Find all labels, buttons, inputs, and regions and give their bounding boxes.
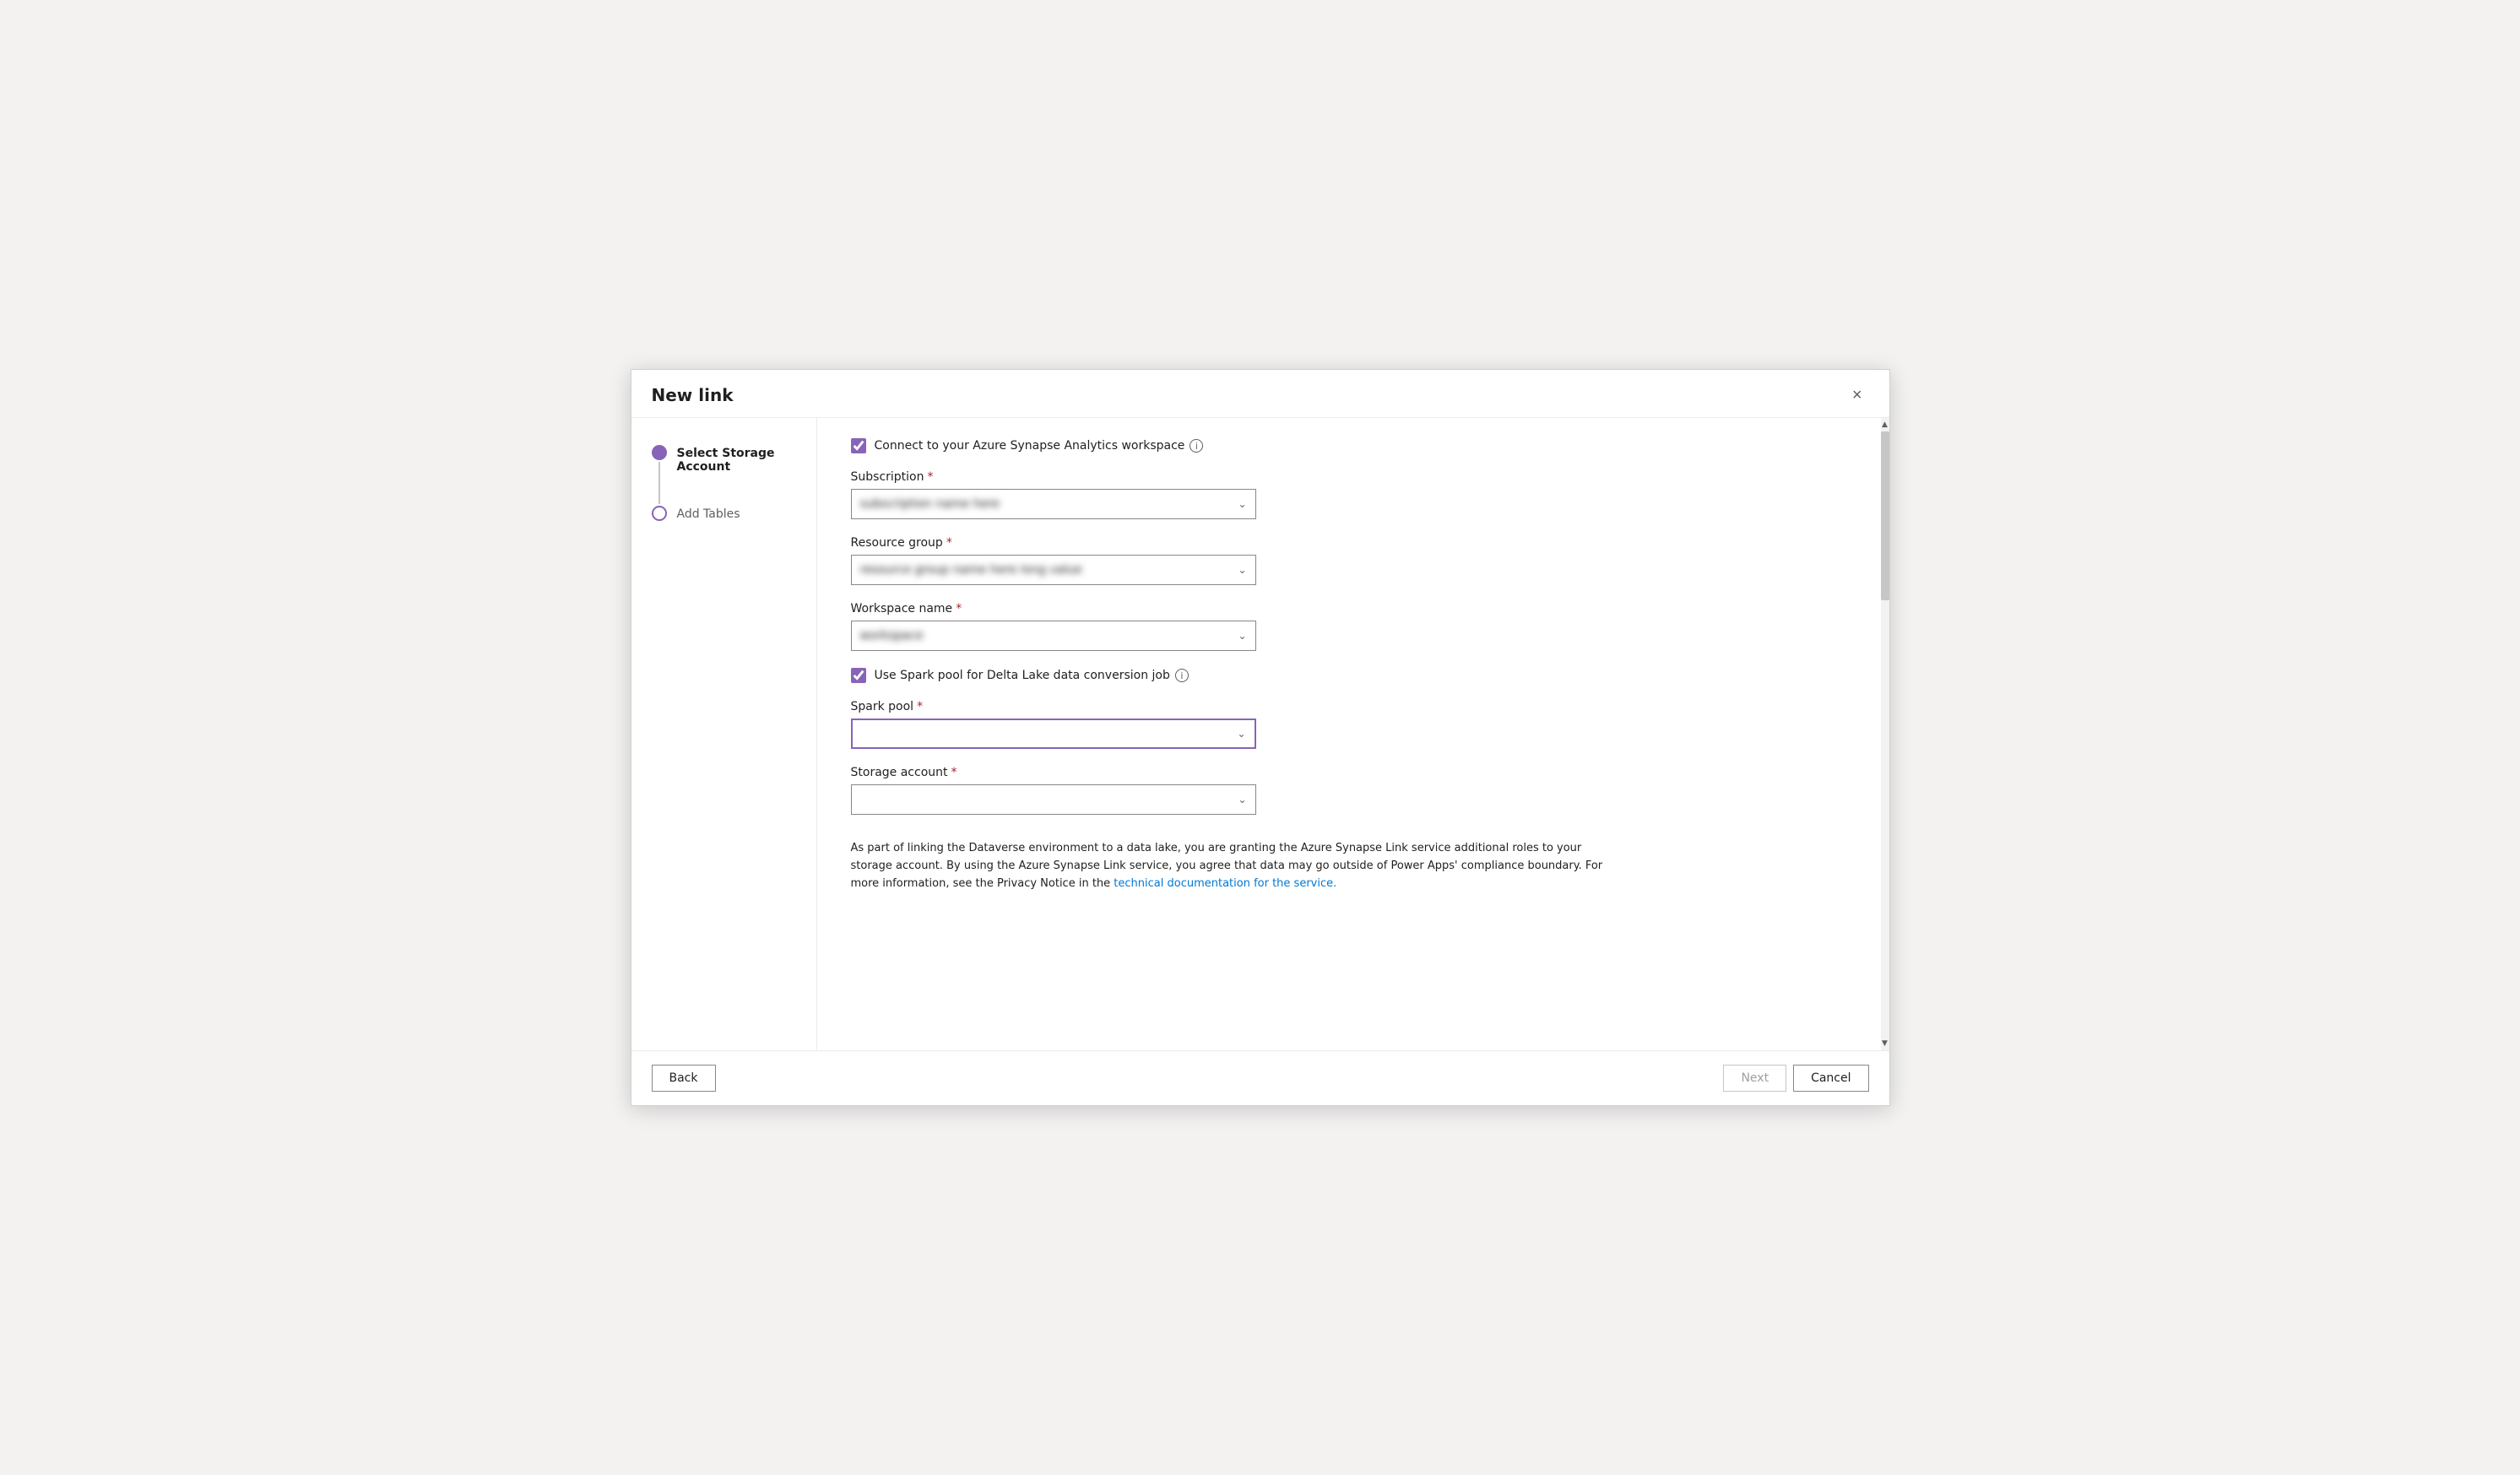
spark-pool-dropdown[interactable]: ⌄ xyxy=(851,719,1256,749)
workspace-name-field: Workspace name * workspace ⌄ xyxy=(851,602,1847,651)
spark-pool-required: * xyxy=(917,700,923,713)
synapse-checkbox[interactable] xyxy=(851,438,866,453)
sidebar: Select Storage Account Add Tables xyxy=(631,418,817,1050)
scroll-down-arrow[interactable]: ▼ xyxy=(1881,1037,1889,1050)
close-button[interactable]: × xyxy=(1845,383,1869,407)
step-1-circle xyxy=(652,445,667,460)
dialog-footer: Back Next Cancel xyxy=(631,1050,1889,1105)
step-1-label: Select Storage Account xyxy=(677,446,796,474)
subscription-required: * xyxy=(928,470,934,484)
storage-account-required: * xyxy=(951,766,957,779)
workspace-name-value: workspace xyxy=(860,629,1238,643)
dialog-body: Select Storage Account Add Tables Connec… xyxy=(631,418,1889,1050)
spark-pool-checkbox[interactable] xyxy=(851,668,866,683)
storage-account-dropdown[interactable]: ⌄ xyxy=(851,784,1256,815)
next-button[interactable]: Next xyxy=(1723,1065,1786,1092)
back-button[interactable]: Back xyxy=(652,1065,716,1092)
spark-pool-label: Spark pool * xyxy=(851,700,1847,713)
synapse-info-icon[interactable]: i xyxy=(1190,439,1203,453)
dialog-header: New link × xyxy=(631,370,1889,418)
spark-pool-checkbox-label: Use Spark pool for Delta Lake data conve… xyxy=(875,669,1189,682)
resource-group-dropdown[interactable]: resource group name here long value ⌄ xyxy=(851,555,1256,585)
step-2-circle xyxy=(652,506,667,521)
workspace-name-required: * xyxy=(956,602,962,615)
new-link-dialog: New link × Select Storage Account xyxy=(631,369,1890,1106)
step-2-label: Add Tables xyxy=(677,507,740,521)
footer-left: Back xyxy=(652,1065,716,1092)
subscription-field: Subscription * subscription name here ⌄ xyxy=(851,470,1847,519)
storage-account-field: Storage account * ⌄ xyxy=(851,766,1847,815)
footer-right: Next Cancel xyxy=(1723,1065,1868,1092)
notice-text: As part of linking the Dataverse environ… xyxy=(851,840,1611,892)
resource-group-label: Resource group * xyxy=(851,536,1847,550)
subscription-chevron-icon: ⌄ xyxy=(1238,498,1246,510)
resource-group-value: resource group name here long value xyxy=(860,563,1238,577)
step-connector-line xyxy=(658,462,660,504)
spark-pool-checkbox-row: Use Spark pool for Delta Lake data conve… xyxy=(851,668,1847,683)
scrollbar-thumb[interactable] xyxy=(1881,431,1889,600)
synapse-checkbox-label: Connect to your Azure Synapse Analytics … xyxy=(875,439,1204,453)
spark-pool-field: Spark pool * ⌄ xyxy=(851,700,1847,749)
workspace-name-chevron-icon: ⌄ xyxy=(1238,630,1246,642)
main-content: Connect to your Azure Synapse Analytics … xyxy=(817,418,1881,1050)
cancel-button[interactable]: Cancel xyxy=(1793,1065,1868,1092)
subscription-value: subscription name here xyxy=(860,497,1238,511)
step-2-row: Add Tables xyxy=(652,506,796,521)
resource-group-field: Resource group * resource group name her… xyxy=(851,536,1847,585)
notice-link[interactable]: technical documentation for the service. xyxy=(1114,877,1336,890)
resource-group-required: * xyxy=(946,536,952,550)
spark-pool-info-icon[interactable]: i xyxy=(1175,669,1189,682)
workspace-name-dropdown[interactable]: workspace ⌄ xyxy=(851,621,1256,651)
workspace-name-label: Workspace name * xyxy=(851,602,1847,615)
storage-account-label: Storage account * xyxy=(851,766,1847,779)
synapse-checkbox-row: Connect to your Azure Synapse Analytics … xyxy=(851,438,1847,453)
step-1-row: Select Storage Account xyxy=(652,445,796,506)
subscription-dropdown[interactable]: subscription name here ⌄ xyxy=(851,489,1256,519)
step-1-connector xyxy=(652,445,667,506)
subscription-label: Subscription * xyxy=(851,470,1847,484)
spark-pool-chevron-icon: ⌄ xyxy=(1237,728,1245,740)
scroll-up-arrow[interactable]: ▲ xyxy=(1881,418,1889,431)
storage-account-chevron-icon: ⌄ xyxy=(1238,794,1246,805)
step-2-connector xyxy=(652,506,667,521)
resource-group-chevron-icon: ⌄ xyxy=(1238,564,1246,576)
scrollbar-track: ▲ ▼ xyxy=(1881,418,1889,1050)
dialog-title: New link xyxy=(652,385,734,405)
